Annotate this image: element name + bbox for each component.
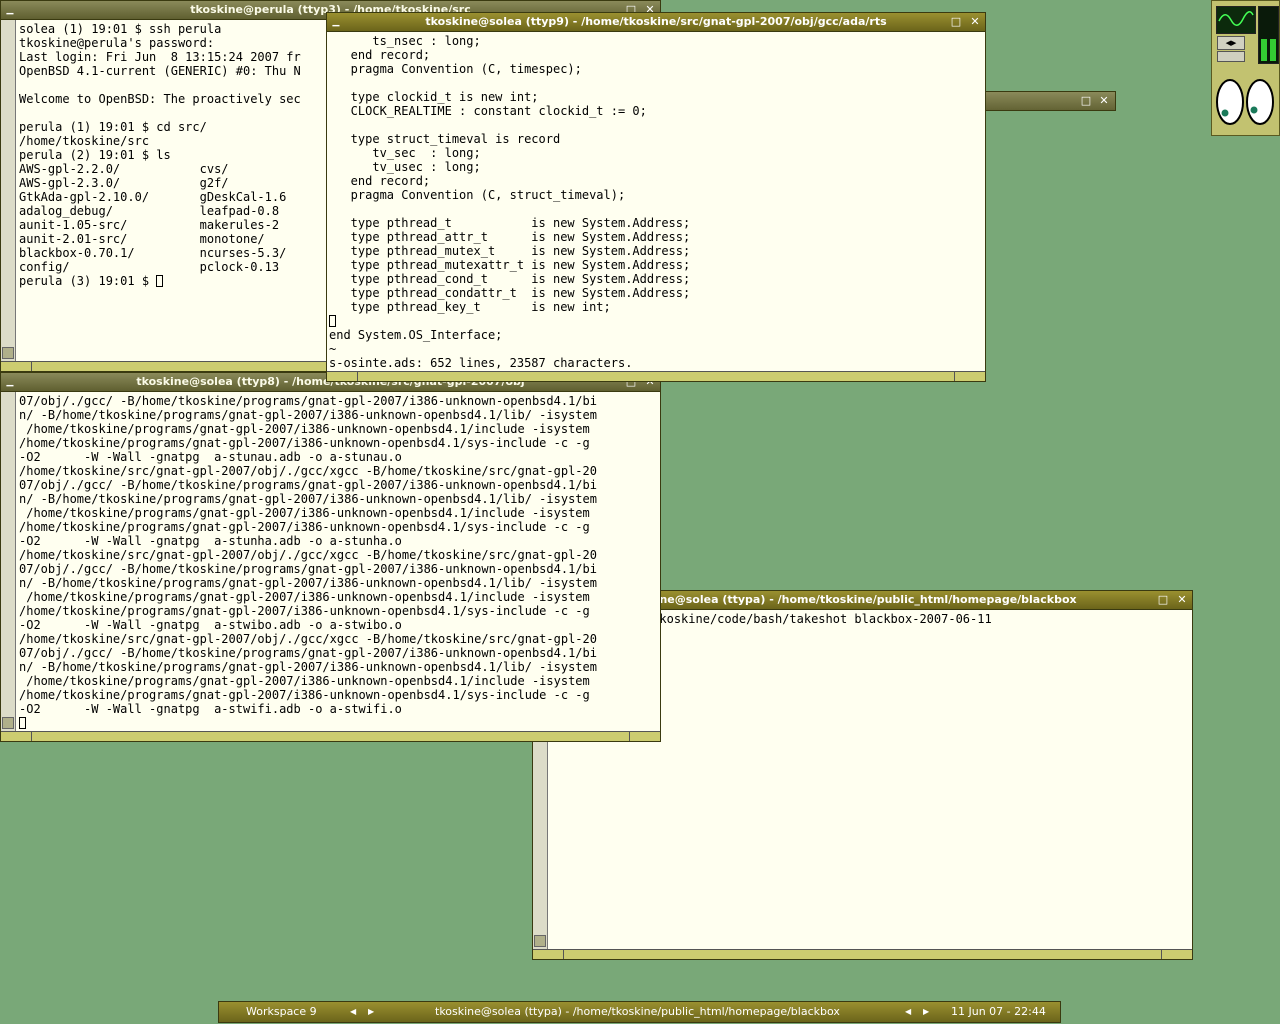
terminal-line: CLOCK_REALTIME : constant clockid_t := 0… [329,104,647,118]
terminal-line: end System.OS_Interface; [329,328,503,342]
maximize-icon[interactable]: □ [1079,94,1093,108]
maximize-icon[interactable]: □ [1156,593,1170,607]
hidden-window-titlebar[interactable]: □ ✕ [981,92,1115,110]
minimize-icon[interactable]: ▁ [3,3,17,17]
cursor-line [19,716,658,730]
terminal-line: pragma Convention (C, timespec); [329,62,582,76]
terminal-line: /home/tkoskine/programs/gnat-gpl-2007/i3… [19,604,590,618]
resize-handle[interactable] [1,731,660,741]
volume-meter-dockapp [1258,6,1279,64]
terminal-line: tv_sec : long; [329,146,481,160]
terminal-line: /home/tkoskine/src/gnat-gpl-2007/obj/./g… [19,464,597,478]
resize-handle[interactable] [327,371,985,381]
maximize-icon[interactable]: □ [949,15,963,29]
terminal-line: /home/tkoskine/src/gnat-gpl-2007/obj/./g… [19,548,597,562]
shell-prompt: perula (3) 19:01 $ [19,274,157,288]
hidden-window: □ ✕ [980,91,1116,111]
close-icon[interactable]: ✕ [968,15,982,29]
terminal-line: type pthread_key_t is new int; [329,300,611,314]
terminal-line: -O2 -W -Wall -gnatpg a-stunha.adb -o a-s… [19,534,402,548]
terminal-line: n/ -B/home/tkoskine/programs/gnat-gpl-20… [19,576,597,590]
terminal-line: -O2 -W -Wall -gnatpg a-stwifi.adb -o a-s… [19,702,402,716]
workspace-next-icon[interactable]: ▶ [368,1002,374,1022]
terminal-line: type clockid_t is new int; [329,90,539,104]
terminal-line: type pthread_cond_t is new System.Addres… [329,272,691,286]
resize-handle[interactable] [533,949,1192,959]
mixer-buttons[interactable]: ◀▶ [1217,36,1245,50]
terminal-line: n/ -B/home/tkoskine/programs/gnat-gpl-20… [19,660,597,674]
toolbar: Workspace 9 ◀ ▶ tkoskine@solea (ttypa) -… [218,1001,1061,1023]
minimize-icon[interactable]: ▁ [3,375,17,389]
titlebar-rts[interactable]: ▁ tkoskine@solea (ttyp9) - /home/tkoskin… [327,13,985,32]
window-next-icon[interactable]: ▶ [923,1002,929,1022]
terminal-line: /home/tkoskine/programs/gnat-gpl-2007/i3… [19,436,590,450]
window-title: tkoskine@solea (ttyp9) - /home/tkoskine/… [425,15,887,28]
terminal-line: /home/tkoskine/programs/gnat-gpl-2007/i3… [19,520,590,534]
clock: 11 Jun 07 - 22:44 [951,1005,1046,1018]
minimize-icon[interactable]: ▁ [329,15,343,29]
terminal-line: type pthread_condattr_t is new System.Ad… [329,286,691,300]
window-prev-icon[interactable]: ◀ [905,1002,911,1022]
text-cursor [156,275,164,287]
terminal-line: s-osinte.ads: 652 lines, 23587 character… [329,356,633,370]
mixer-slot[interactable] [1217,51,1245,62]
cursor-line [329,314,983,328]
terminal-output[interactable]: 07/obj/./gcc/ -B/home/tkoskine/programs/… [17,392,660,731]
terminal-line: /home/tkoskine/programs/gnat-gpl-2007/i3… [19,688,590,702]
terminal-line: type pthread_mutexattr_t is new System.A… [329,258,691,272]
terminal-line: -O2 -W -Wall -gnatpg a-stwibo.adb -o a-s… [19,618,402,632]
terminal-line: type pthread_mutex_t is new System.Addre… [329,244,691,258]
terminal-line: tv_usec : long; [329,160,481,174]
slit-dock: ◀▶ [1211,0,1280,136]
terminal-line: ts_nsec : long; [329,34,481,48]
terminal-line: 07/obj/./gcc/ -B/home/tkoskine/programs/… [19,478,597,492]
close-icon[interactable]: ✕ [1175,593,1189,607]
terminal-window-obj[interactable]: ▁ tkoskine@solea (ttyp8) - /home/tkoskin… [0,372,661,742]
terminal-line: end record; [329,48,431,62]
close-icon[interactable]: ✕ [1097,94,1111,108]
terminal-line: /home/tkoskine/programs/gnat-gpl-2007/i3… [19,422,590,436]
window-title: kine@solea (ttypa) - /home/tkoskine/publ… [648,593,1077,606]
terminal-line: n/ -B/home/tkoskine/programs/gnat-gpl-20… [19,492,597,506]
terminal-line: 07/obj/./gcc/ -B/home/tkoskine/programs/… [19,562,597,576]
terminal-line: pragma Convention (C, struct_timeval); [329,188,626,202]
terminal-line: /home/tkoskine/programs/gnat-gpl-2007/i3… [19,674,590,688]
focused-window-label: tkoskine@solea (ttypa) - /home/tkoskine/… [435,1005,840,1018]
terminal-line: 07/obj/./gcc/ -B/home/tkoskine/programs/… [19,394,597,408]
workspace-label[interactable]: Workspace 9 [246,1002,317,1022]
scrollbar[interactable] [1,392,16,731]
eyes-icon [1216,79,1274,125]
oscilloscope-dockapp [1216,6,1256,34]
text-cursor [19,717,26,729]
scrollbar[interactable] [1,20,16,361]
terminal-line: ~ [329,342,337,356]
terminal-line: /home/tkoskine/src/gnat-gpl-2007/obj/./g… [19,632,597,646]
terminal-line: type pthread_t is new System.Address; [329,216,691,230]
terminal-line: end record; [329,174,431,188]
terminal-line: 07/obj/./gcc/ -B/home/tkoskine/programs/… [19,646,597,660]
workspace-prev-icon[interactable]: ◀ [350,1002,356,1022]
text-cursor [329,315,336,327]
wave-icon [1218,11,1254,26]
terminal-line: /home/tkoskine/programs/gnat-gpl-2007/i3… [19,506,590,520]
terminal-line: type pthread_attr_t is new System.Addres… [329,230,691,244]
terminal-window-rts[interactable]: ▁ tkoskine@solea (ttyp9) - /home/tkoskin… [326,12,986,382]
terminal-line: /home/tkoskine/programs/gnat-gpl-2007/i3… [19,590,590,604]
next-icon[interactable]: ▶ [1231,39,1236,47]
terminal-line: type struct_timeval is record [329,132,561,146]
terminal-line: n/ -B/home/tkoskine/programs/gnat-gpl-20… [19,408,597,422]
terminal-line: -O2 -W -Wall -gnatpg a-stunau.adb -o a-s… [19,450,402,464]
terminal-output[interactable]: ts_nsec : long; end record; pragma Conve… [327,32,985,371]
